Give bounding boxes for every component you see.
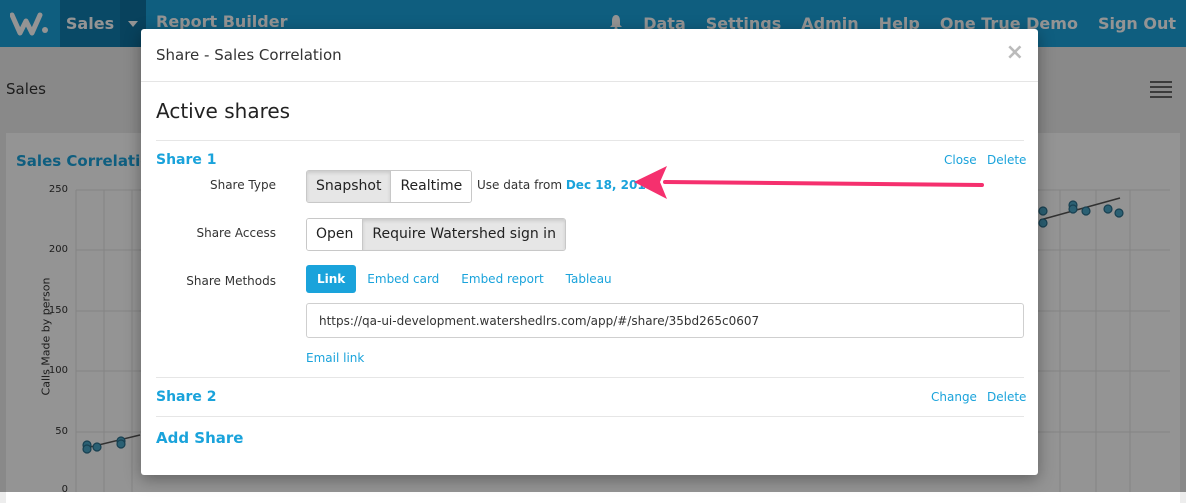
email-link[interactable]: Email link <box>306 351 364 365</box>
use-data-label: Use data from <box>477 178 563 192</box>
share-1-delete-link[interactable]: Delete <box>987 153 1026 167</box>
share-1-close-link[interactable]: Close <box>944 153 977 167</box>
share-1-title[interactable]: Share 1 <box>156 152 217 168</box>
divider <box>156 140 1024 141</box>
add-share-link[interactable]: Add Share <box>156 429 243 447</box>
share-methods-label: Share Methods <box>186 274 276 288</box>
share-2-title[interactable]: Share 2 <box>156 389 217 405</box>
close-icon[interactable]: × <box>1006 42 1024 64</box>
share-access-toggle: Open Require Watershed sign in <box>306 218 566 251</box>
tab-tableau[interactable]: Tableau <box>555 265 623 293</box>
share-modal: Share - Sales Correlation × Active share… <box>141 29 1038 475</box>
modal-title: Share - Sales Correlation <box>156 46 342 64</box>
tab-link[interactable]: Link <box>306 265 357 293</box>
share-url-input[interactable] <box>306 303 1024 338</box>
tab-embed-card[interactable]: Embed card <box>356 265 450 293</box>
snapshot-date-link[interactable]: Dec 18, 2018 <box>566 178 654 192</box>
share-methods-tabs: Link Embed card Embed report Tableau <box>306 265 623 293</box>
realtime-button[interactable]: Realtime <box>390 171 472 202</box>
snapshot-button[interactable]: Snapshot <box>307 171 391 202</box>
use-data-from: Use data from Dec 18, 2018 <box>477 178 654 192</box>
modal-header: Share - Sales Correlation × <box>141 29 1038 82</box>
divider <box>156 377 1024 378</box>
divider <box>156 416 1024 417</box>
share-type-label: Share Type <box>209 178 276 192</box>
share-2-change-link[interactable]: Change <box>931 390 977 404</box>
share-access-label: Share Access <box>196 226 276 240</box>
share-2-delete-link[interactable]: Delete <box>987 390 1026 404</box>
require-sign-in-button[interactable]: Require Watershed sign in <box>362 219 565 250</box>
active-shares-heading: Active shares <box>156 99 291 123</box>
tab-embed-report[interactable]: Embed report <box>450 265 554 293</box>
open-access-button[interactable]: Open <box>307 219 363 250</box>
share-type-toggle: Snapshot Realtime <box>306 170 473 203</box>
